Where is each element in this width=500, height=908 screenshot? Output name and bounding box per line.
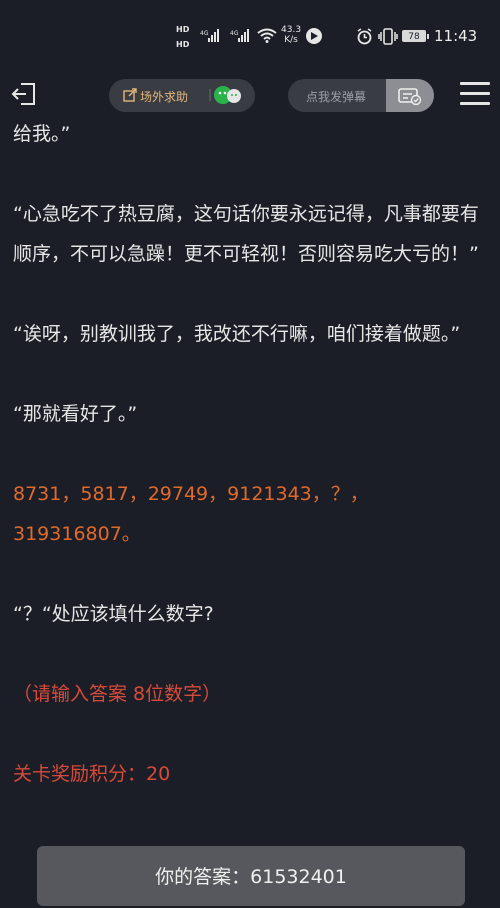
status-bar: HD HD 4G 4G 43.3 K/s 78 11:43 xyxy=(0,0,500,70)
network-speed: 43.3 K/s xyxy=(281,25,301,45)
story-paragraph: “心急吃不了热豆腐，这句话你要永远记得，凡事都要有顺序，不可以急躁！更不可轻视！… xyxy=(13,203,479,265)
network-label: 4G xyxy=(200,30,209,37)
danmu-placeholder: 点我发弹幕 xyxy=(306,90,367,104)
danmu-input[interactable]: 点我发弹幕 xyxy=(288,79,434,112)
reader-top-bar: 场外求助 点我发弹幕 xyxy=(0,70,500,120)
story-content: 给我。” “心急吃不了热豆腐，这句话你要永远记得，凡事都要有顺序，不可以急躁！更… xyxy=(13,114,487,794)
story-paragraph: “诶呀，别教训我了，我改还不行嘛，咱们接着做题。” xyxy=(13,323,461,345)
app-notification-icon xyxy=(306,28,322,44)
hd-badge: HD xyxy=(176,25,190,34)
answer-input-button[interactable]: 你的答案：61532401 xyxy=(37,846,465,906)
share-out-icon xyxy=(123,88,137,102)
wifi-icon xyxy=(257,28,277,43)
clock: 11:43 xyxy=(434,27,478,45)
vibrate-icon xyxy=(378,28,398,45)
signal-icon: 4G xyxy=(200,29,219,42)
level-reward: 关卡奖励积分：20 xyxy=(13,763,171,785)
network-speed-unit: K/s xyxy=(284,35,298,45)
danmu-toggle-button[interactable] xyxy=(386,79,434,112)
wechat-icon[interactable] xyxy=(209,84,245,106)
exit-icon[interactable] xyxy=(10,80,38,108)
help-button[interactable]: 场外求助 xyxy=(109,79,255,112)
danmu-toggle-icon xyxy=(398,88,422,105)
story-paragraph: 给我。” xyxy=(13,123,71,145)
battery-icon: 78 xyxy=(402,30,429,42)
network-speed-value: 43.3 xyxy=(281,25,302,35)
menu-icon[interactable] xyxy=(460,82,490,108)
signal-icon: 4G xyxy=(230,29,249,42)
puzzle-question: “？“处应该填什么数字? xyxy=(13,603,214,625)
puzzle-sequence: 8731，5817，29749，9121343，？，319316807。 xyxy=(13,483,369,545)
network-label: 4G xyxy=(230,30,239,37)
alarm-icon xyxy=(357,28,372,45)
answer-hint: （请输入答案 8位数字） xyxy=(13,683,222,705)
hd-badge: HD xyxy=(176,40,190,49)
story-paragraph: “那就看好了。” xyxy=(13,403,138,425)
help-label: 场外求助 xyxy=(140,90,189,104)
